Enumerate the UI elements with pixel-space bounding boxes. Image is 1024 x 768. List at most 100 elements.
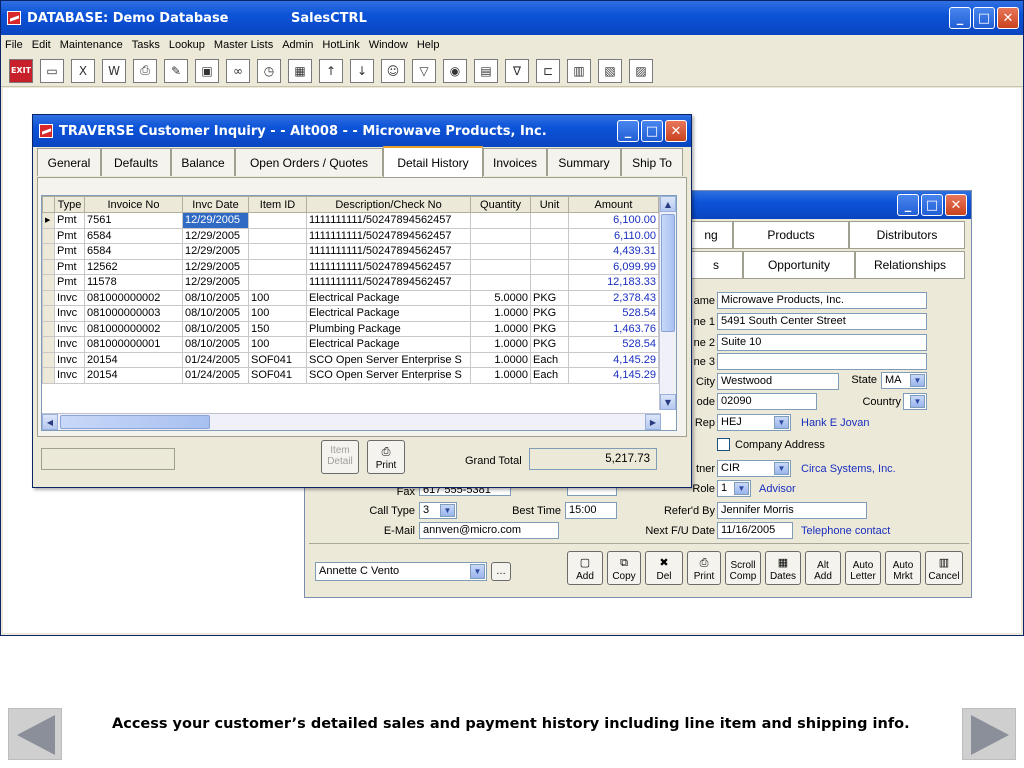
- scroll-up-icon[interactable]: ▲: [660, 196, 676, 212]
- table-cell[interactable]: 12/29/2005: [182, 274, 249, 291]
- column-header[interactable]: Quantity: [470, 196, 531, 213]
- scroll-thumb[interactable]: [661, 214, 675, 332]
- notepad-button[interactable]: ✎: [164, 58, 188, 83]
- next-fu-date-field[interactable]: 11/16/2005: [717, 522, 793, 539]
- table-cell[interactable]: [530, 212, 569, 229]
- menu-help[interactable]: Help: [417, 39, 440, 51]
- menu-lookup[interactable]: Lookup: [169, 39, 205, 51]
- table-cell[interactable]: [248, 258, 307, 275]
- table-cell[interactable]: Pmt: [54, 258, 85, 275]
- cancel-button[interactable]: ▥ Cancel: [925, 551, 963, 585]
- company-address-checkbox[interactable]: [717, 438, 730, 451]
- table-cell[interactable]: SCO Open Server Enterprise S: [306, 351, 471, 368]
- customer-minimize-button[interactable]: _: [897, 194, 919, 216]
- clock-button[interactable]: ◷: [257, 58, 281, 83]
- main-title-bar[interactable]: DATABASE: Demo Database SalesCTRL _ □ ✕: [1, 1, 1023, 35]
- table-cell[interactable]: 4,439.31: [568, 243, 659, 260]
- book-button[interactable]: ▥: [567, 58, 591, 83]
- table-cell[interactable]: 01/24/2005: [182, 351, 249, 368]
- chevron-down-icon[interactable]: ▼: [734, 482, 749, 495]
- table-cell[interactable]: Each: [530, 351, 569, 368]
- table-cell[interactable]: 11578: [84, 274, 183, 291]
- minimize-button[interactable]: _: [949, 7, 971, 29]
- tab-products[interactable]: Products: [733, 221, 849, 249]
- table-cell[interactable]: 6584: [84, 243, 183, 260]
- table-cell[interactable]: 081000000003: [84, 305, 183, 322]
- table-cell[interactable]: 12/29/2005: [182, 258, 249, 275]
- table-cell[interactable]: 528.54: [568, 336, 659, 353]
- table-cell[interactable]: 1.0000: [470, 336, 531, 353]
- inquiry-maximize-button[interactable]: □: [641, 120, 663, 142]
- tab-summary[interactable]: Summary: [547, 148, 621, 176]
- table-cell[interactable]: [530, 243, 569, 260]
- table-cell[interactable]: 081000000002: [84, 320, 183, 337]
- table-cell[interactable]: Plumbing Package: [306, 320, 471, 337]
- add-button[interactable]: ▢ Add: [567, 551, 603, 585]
- table-cell[interactable]: 2,378.43: [568, 289, 659, 306]
- city-field[interactable]: Westwood: [717, 373, 839, 390]
- close-button[interactable]: ✕: [997, 7, 1019, 29]
- customer-maximize-button[interactable]: □: [921, 194, 943, 216]
- exit-button[interactable]: EXIT: [9, 58, 33, 83]
- table-cell[interactable]: 1,463.76: [568, 320, 659, 337]
- table-cell[interactable]: 4,145.29: [568, 367, 659, 384]
- customer-close-button[interactable]: ✕: [945, 194, 967, 216]
- table-cell[interactable]: 100: [248, 289, 307, 306]
- table-row[interactable]: Invc 20154 01/24/2005 SOF041 SCO Open Server…: [42, 351, 659, 368]
- table-cell[interactable]: [248, 227, 307, 244]
- tab-contacts[interactable]: s: [689, 251, 743, 279]
- contact-select[interactable]: Annette C Vento ▼: [315, 562, 487, 581]
- tab-open-orders[interactable]: Open Orders / Quotes: [235, 148, 383, 176]
- table-cell[interactable]: PKG: [530, 320, 569, 337]
- table-cell[interactable]: 100: [248, 336, 307, 353]
- scroll-left-icon[interactable]: ◀: [42, 414, 58, 430]
- table-cell[interactable]: 1111111111/50247894562457: [306, 212, 471, 229]
- table-cell[interactable]: SOF041: [248, 351, 307, 368]
- table-row[interactable]: Pmt 6584 12/29/2005 1111111111/502478945624…: [42, 243, 659, 260]
- table-cell[interactable]: Invc: [54, 336, 85, 353]
- table-row[interactable]: Pmt 11578 12/29/2005 1111111111/50247894562…: [42, 274, 659, 291]
- table-cell[interactable]: [248, 212, 307, 229]
- table-cell[interactable]: 1111111111/50247894562457: [306, 274, 471, 291]
- partner-select[interactable]: CIR ▼: [717, 460, 791, 477]
- tab-balance[interactable]: Balance: [171, 148, 235, 176]
- table-cell[interactable]: PKG: [530, 305, 569, 322]
- clipboard-button[interactable]: ▨: [629, 58, 653, 83]
- table-cell[interactable]: 08/10/2005: [182, 289, 249, 306]
- word-button[interactable]: W: [102, 58, 126, 83]
- table-cell[interactable]: [470, 212, 531, 229]
- table-cell[interactable]: [248, 274, 307, 291]
- table-cell[interactable]: SOF041: [248, 367, 307, 384]
- menu-file[interactable]: File: [5, 39, 23, 51]
- window-button[interactable]: ▣: [195, 58, 219, 83]
- table-cell[interactable]: 1.0000: [470, 320, 531, 337]
- inquiry-minimize-button[interactable]: _: [617, 120, 639, 142]
- table-cell[interactable]: Invc: [54, 320, 85, 337]
- table-row[interactable]: Invc 081000000001 08/10/2005 100 Electrical …: [42, 336, 659, 353]
- print-button[interactable]: ⎙ Print: [367, 440, 405, 474]
- address2-field[interactable]: Suite 10: [717, 334, 927, 351]
- chevron-down-icon[interactable]: ▼: [774, 462, 789, 475]
- table-cell[interactable]: Pmt: [54, 212, 85, 229]
- ledger-button[interactable]: ▧: [598, 58, 622, 83]
- email-field[interactable]: annven@micro.com: [419, 522, 559, 539]
- copy-button[interactable]: ⧉ Copy: [607, 551, 641, 585]
- table-cell[interactable]: Invc: [54, 367, 85, 384]
- contact-lookup-button[interactable]: …: [491, 562, 511, 581]
- table-cell[interactable]: 12/29/2005: [182, 243, 249, 260]
- table-cell[interactable]: 01/24/2005: [182, 367, 249, 384]
- table-cell[interactable]: 08/10/2005: [182, 336, 249, 353]
- table-cell[interactable]: 528.54: [568, 305, 659, 322]
- report-button[interactable]: ▤: [474, 58, 498, 83]
- menu-admin[interactable]: Admin: [282, 39, 313, 51]
- alt-add-button[interactable]: Alt Add: [805, 551, 841, 585]
- table-cell[interactable]: Electrical Package: [306, 336, 471, 353]
- del-button[interactable]: ✖ Del: [645, 551, 683, 585]
- calendar-button[interactable]: ▦: [288, 58, 312, 83]
- table-cell[interactable]: [530, 258, 569, 275]
- print-button[interactable]: ⎙ Print: [687, 551, 721, 585]
- call-type-select[interactable]: 3 ▼: [419, 502, 457, 519]
- maximize-button[interactable]: □: [973, 7, 995, 29]
- table-cell[interactable]: 150: [248, 320, 307, 337]
- scroll-thumb[interactable]: [60, 415, 210, 429]
